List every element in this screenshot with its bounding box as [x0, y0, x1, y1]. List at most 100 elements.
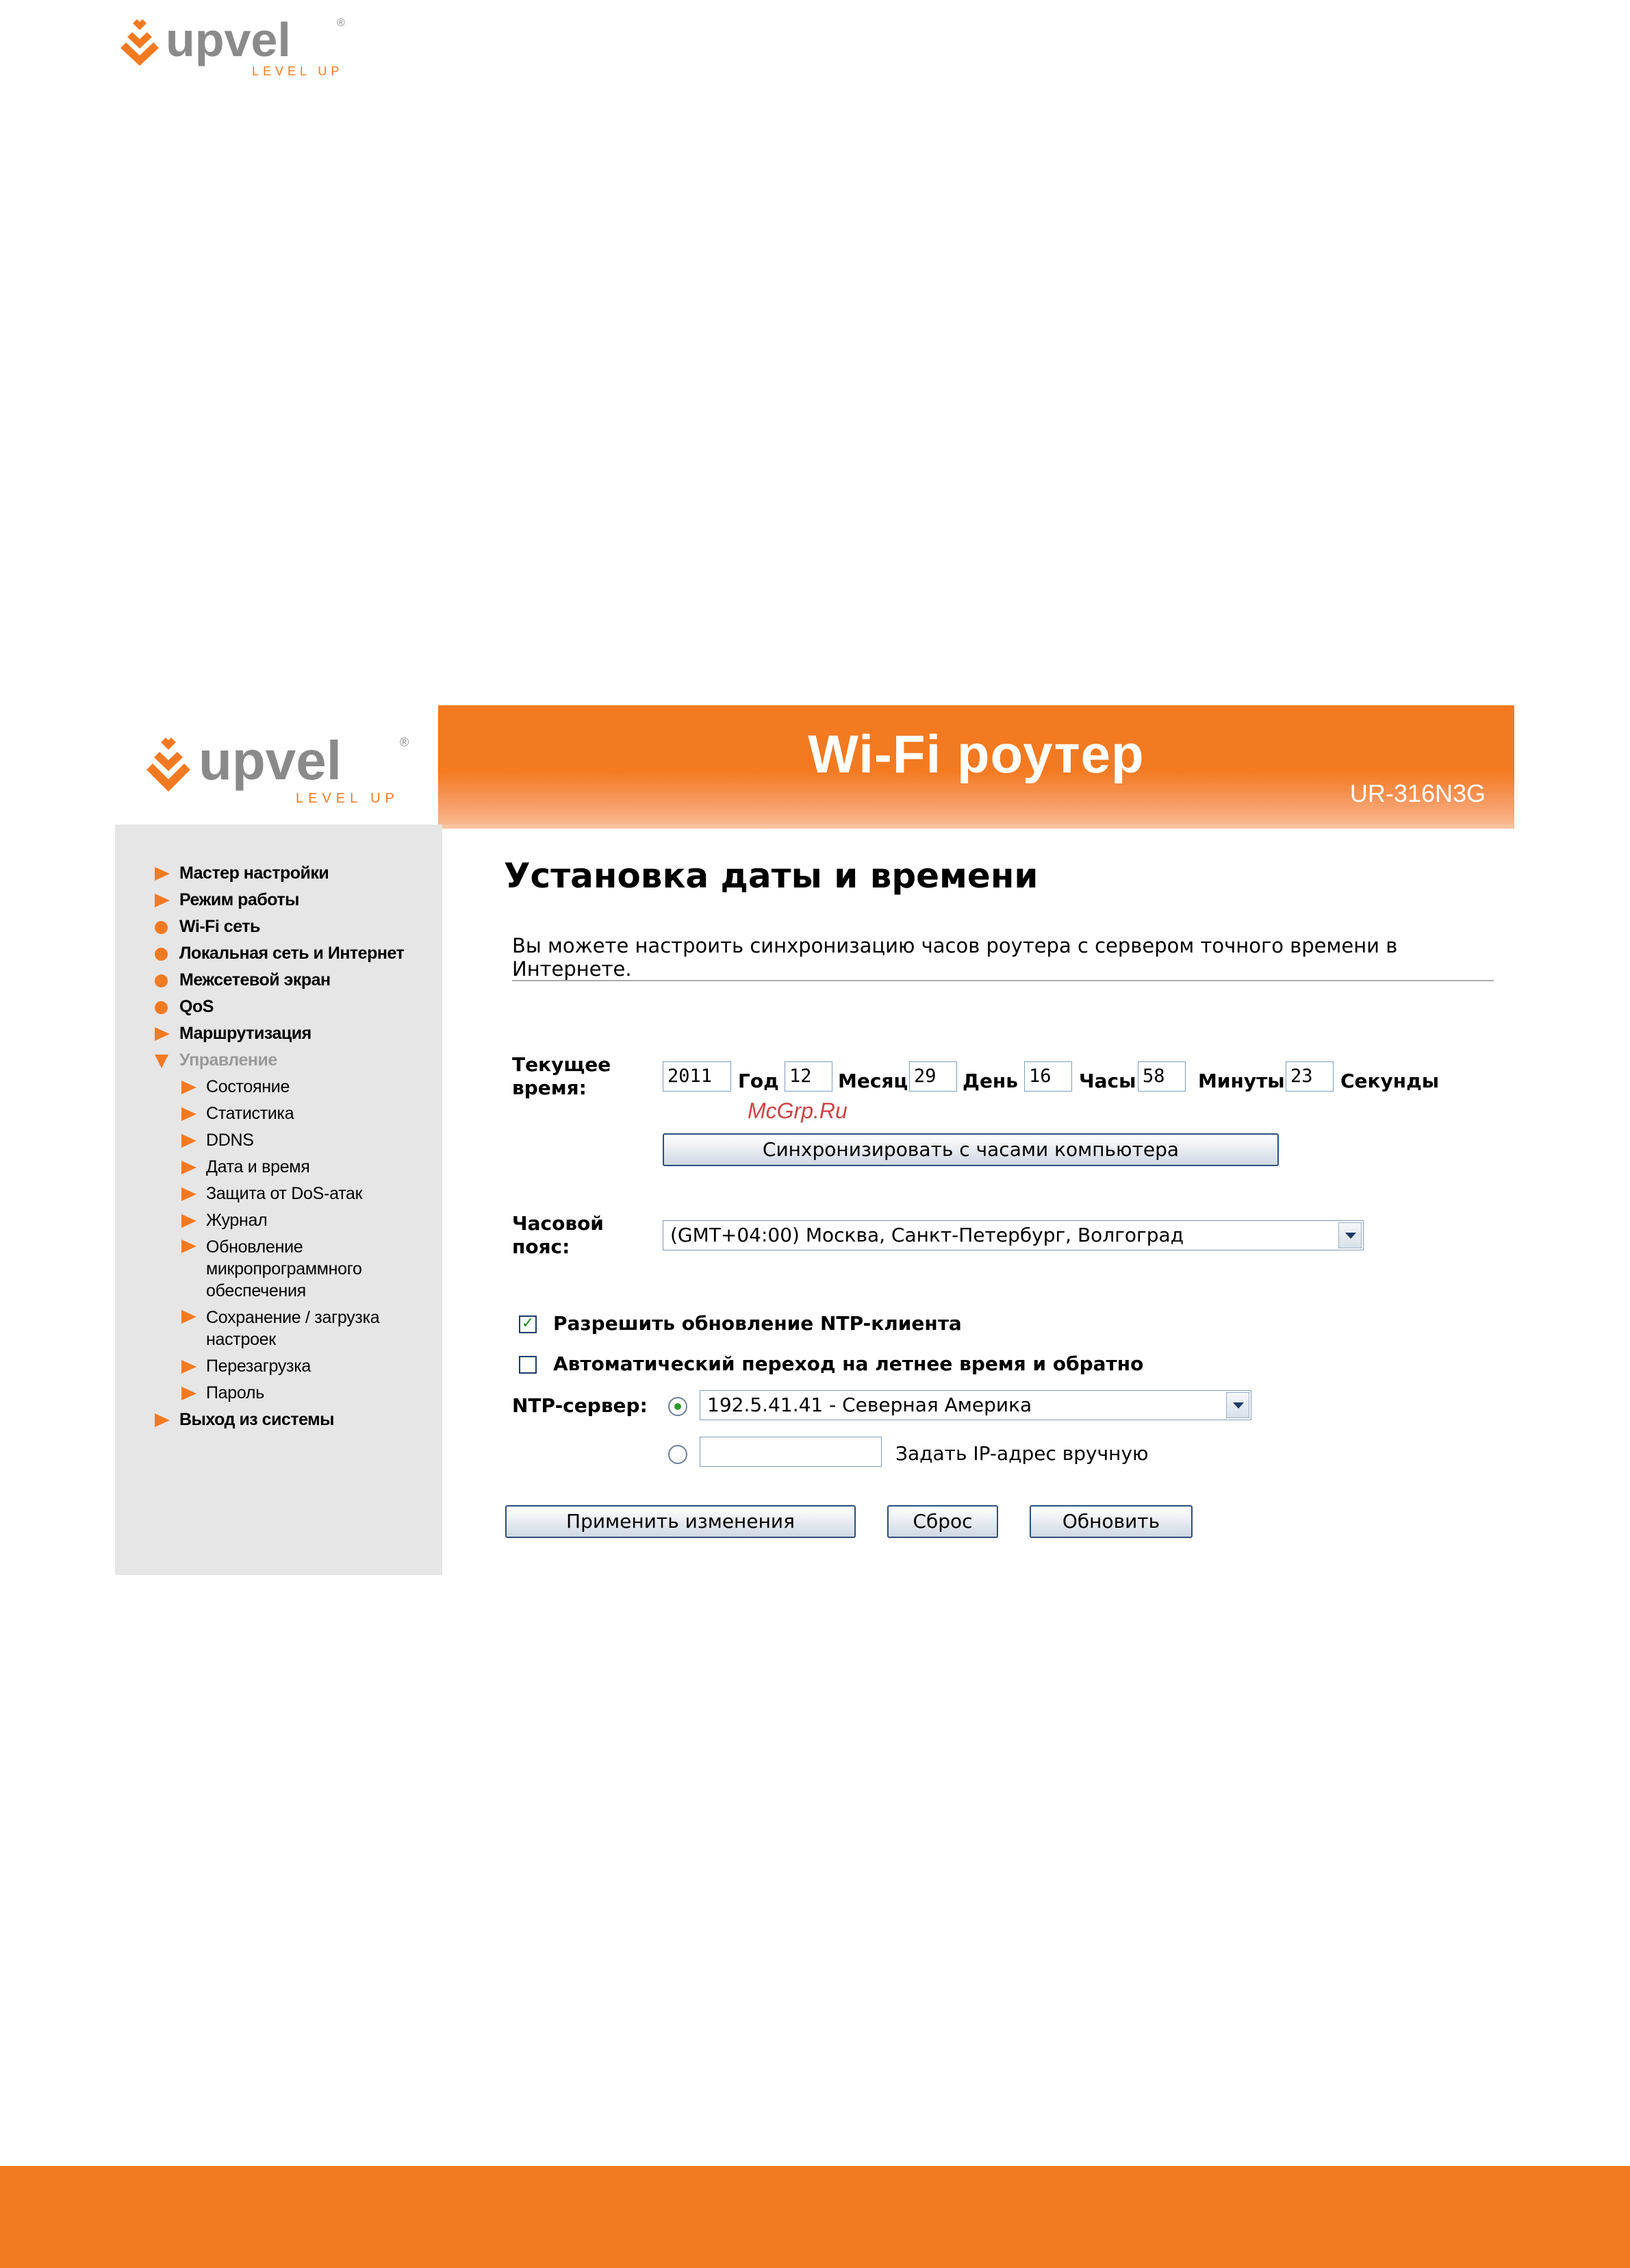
- arrow-right-icon: [181, 1187, 196, 1201]
- sidebar-subitem-label-line: Сохранение / загрузка: [206, 1308, 380, 1327]
- arrow-right-icon: [181, 1214, 196, 1228]
- sidebar-item-logout[interactable]: Выход из системы: [153, 1407, 404, 1433]
- sidebar-subitem-status[interactable]: Состояние: [153, 1074, 404, 1100]
- sidebar-nav: Мастер настройки Режим работы Wi-Fi сеть…: [153, 860, 405, 1433]
- sidebar-item-qos[interactable]: QoS: [153, 994, 404, 1020]
- sidebar-item-label: Локальная сеть и Интернет: [179, 944, 405, 963]
- second-input[interactable]: 23: [1286, 1061, 1334, 1092]
- header-logo-area: upvel ® LEVEL UP: [115, 705, 437, 824]
- month-input[interactable]: 12: [785, 1061, 832, 1092]
- sidebar-item-label: Wi-Fi сеть: [179, 917, 260, 936]
- sidebar-subitem-label-line: микропрограммного: [206, 1259, 362, 1278]
- sidebar-subitem-label-line: Обновление: [206, 1237, 303, 1257]
- page-title: Установка даты и времени: [504, 856, 1039, 896]
- arrow-right-icon: [155, 1027, 170, 1041]
- ntp-manual-ip-input[interactable]: [700, 1437, 882, 1467]
- sidebar-item-operation-mode[interactable]: Режим работы: [153, 887, 404, 914]
- year-input[interactable]: 2011: [663, 1061, 731, 1092]
- arrow-right-icon: [155, 1413, 170, 1427]
- logo-wordmark: upvel: [199, 730, 342, 791]
- hour-unit-label: Часы: [1079, 1070, 1136, 1092]
- upvel-logo-icon: upvel ® LEVEL UP: [147, 730, 409, 806]
- sidebar-item-label: Управление: [179, 1050, 277, 1070]
- arrow-right-icon: [181, 1239, 196, 1253]
- day-input[interactable]: 29: [909, 1061, 957, 1092]
- ntp-enable-checkbox[interactable]: ✓: [519, 1315, 537, 1333]
- minute-input[interactable]: 58: [1138, 1061, 1186, 1092]
- sidebar-item-setup-wizard[interactable]: Мастер настройки: [153, 860, 404, 887]
- timezone-label-line1: Часовой: [512, 1212, 604, 1235]
- sidebar-subitem-firmware-update[interactable]: Обновление микропрограммного обеспечения: [153, 1234, 404, 1305]
- timezone-label: Часовой пояс:: [512, 1212, 604, 1259]
- bullet-dot-icon: [155, 974, 168, 987]
- apply-changes-button[interactable]: Применить изменения: [505, 1505, 856, 1538]
- dst-checkbox[interactable]: [519, 1356, 537, 1374]
- sidebar-item-firewall[interactable]: Межсетевой экран: [153, 967, 404, 994]
- header-title: Wi-Fi роутер: [808, 724, 1145, 784]
- timezone-select[interactable]: (GMT+04:00) Москва, Санкт-Петербург, Вол…: [663, 1220, 1364, 1250]
- arrow-right-icon: [181, 1134, 196, 1148]
- ntp-server-label: NTP-сервер:: [512, 1394, 648, 1417]
- ntp-manual-radio[interactable]: [668, 1445, 687, 1464]
- sidebar-subitem-label: Статистика: [206, 1104, 294, 1123]
- sidebar-subitem-label: Перезагрузка: [206, 1357, 311, 1376]
- page-description: Вы можете настроить синхронизацию часов …: [512, 934, 1398, 981]
- bullet-dot-icon: [155, 948, 168, 961]
- sidebar-item-label: Мастер настройки: [179, 864, 329, 883]
- sidebar-subitem-log[interactable]: Журнал: [153, 1207, 404, 1234]
- main-content: Установка даты и времени Вы можете настр…: [442, 824, 1514, 1575]
- sidebar-subitem-reboot[interactable]: Перезагрузка: [153, 1353, 404, 1380]
- divider: [512, 980, 1494, 981]
- sidebar-subitem-label: DDNS: [206, 1131, 254, 1150]
- arrow-right-icon: [181, 1310, 196, 1324]
- logo-tagline: LEVEL UP: [296, 791, 399, 806]
- ntp-server-select[interactable]: 192.5.41.41 - Северная Америка: [700, 1390, 1251, 1420]
- dst-label: Автоматический переход на летнее время и…: [553, 1352, 1144, 1375]
- sidebar-subitem-label-line: настроек: [206, 1330, 276, 1349]
- month-unit-label: Месяц: [838, 1070, 908, 1092]
- arrow-right-icon: [155, 894, 170, 907]
- sidebar-subitem-label: Дата и время: [206, 1157, 310, 1176]
- sidebar-item-label: QoS: [179, 997, 214, 1016]
- sidebar-subitem-dos-protection[interactable]: Защита от DoS-атак: [153, 1181, 404, 1207]
- refresh-button[interactable]: Обновить: [1030, 1505, 1193, 1538]
- header-banner: Wi-Fi роутер UR-316N3G: [438, 705, 1514, 824]
- sidebar-item-lan-internet[interactable]: Локальная сеть и Интернет: [153, 940, 405, 967]
- chevron-down-icon[interactable]: [1226, 1392, 1249, 1418]
- ntp-server-selected-value: 192.5.41.41 - Северная Америка: [707, 1394, 1032, 1416]
- sidebar-item-wifi[interactable]: Wi-Fi сеть: [153, 914, 404, 940]
- sidebar-subitem-label: Пароль: [206, 1383, 264, 1402]
- arrow-right-icon: [181, 1081, 196, 1094]
- sidebar-item-label: Выход из системы: [179, 1410, 335, 1429]
- bullet-dot-icon: [155, 921, 168, 934]
- logo-registered: ®: [400, 735, 409, 749]
- sidebar-subitem-label-line: обеспечения: [206, 1281, 306, 1300]
- sync-with-computer-button[interactable]: Синхронизировать с часами компьютера: [663, 1133, 1279, 1166]
- sidebar-subitem-ddns[interactable]: DDNS: [153, 1127, 404, 1154]
- sidebar-subitem-date-time[interactable]: Дата и время: [153, 1154, 404, 1181]
- day-unit-label: День: [963, 1070, 1018, 1092]
- logo-registered: ®: [337, 17, 345, 29]
- sidebar-subitem-password[interactable]: Пароль: [153, 1380, 404, 1407]
- current-time-label-line1: Текущее: [512, 1053, 611, 1076]
- sidebar-item-management[interactable]: Управление: [153, 1047, 404, 1074]
- watermark: McGrp.Ru: [748, 1098, 848, 1123]
- arrow-right-icon: [181, 1161, 196, 1174]
- upvel-logo-icon: upvel ® LEVEL UP: [120, 13, 345, 78]
- logo-wordmark: upvel: [166, 13, 291, 66]
- ntp-manual-ip-label: Задать IP-адрес вручную: [895, 1442, 1149, 1465]
- sidebar-subitem-save-load-settings[interactable]: Сохранение / загрузка настроек: [153, 1305, 404, 1353]
- hour-input[interactable]: 16: [1024, 1061, 1072, 1092]
- sidebar-item-label: Межсетевой экран: [179, 970, 331, 990]
- sidebar-item-label: Маршрутизация: [179, 1024, 311, 1043]
- router-ui-screenshot: upvel ® LEVEL UP Wi-Fi роутер UR-316N3G …: [115, 705, 1514, 1575]
- chevron-down-icon[interactable]: [1338, 1222, 1362, 1248]
- sidebar-subitem-label: Защита от DoS-атак: [206, 1184, 363, 1203]
- ntp-preset-radio[interactable]: [668, 1397, 687, 1416]
- sidebar-subitem-statistics[interactable]: Статистика: [153, 1100, 404, 1127]
- reset-button[interactable]: Сброс: [887, 1505, 998, 1538]
- current-time-label-line2: время:: [512, 1076, 587, 1099]
- year-unit-label: Год: [738, 1070, 779, 1092]
- sidebar-item-routing[interactable]: Маршрутизация: [153, 1020, 404, 1047]
- arrow-right-icon: [181, 1360, 196, 1374]
